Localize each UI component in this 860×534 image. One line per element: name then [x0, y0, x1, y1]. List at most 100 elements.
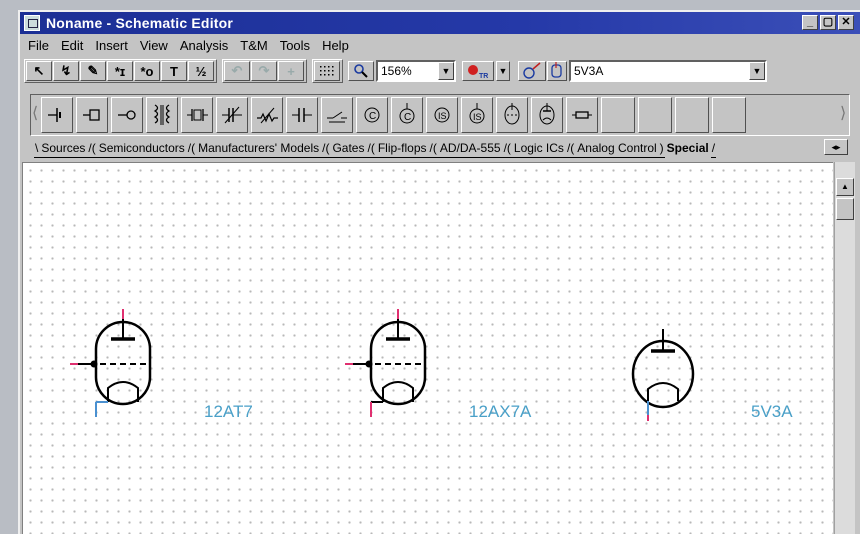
- chevron-down-icon[interactable]: ▼: [749, 62, 765, 80]
- empty-part-slot[interactable]: [601, 97, 635, 133]
- close-button[interactable]: ✕: [838, 15, 854, 30]
- ic-s-plus-symbol: IS: [469, 103, 485, 124]
- input-label-icon[interactable]: *ɪ: [107, 61, 133, 81]
- transformer-symbol: [153, 104, 171, 125]
- menu-bar: File Edit Insert View Analysis T&M Tools…: [20, 35, 860, 55]
- tab-semiconductors[interactable]: Semiconductors: [96, 139, 187, 158]
- svg-text:TR: TR: [479, 73, 488, 80]
- scroll-left-icon[interactable]: ⟨: [32, 97, 40, 133]
- tab-flip-flops[interactable]: Flip-flops: [375, 139, 429, 158]
- battery-icon[interactable]: [41, 97, 73, 133]
- tube-dashed-icon[interactable]: [496, 97, 528, 133]
- undo-icon[interactable]: ↶: [224, 61, 250, 81]
- text-icon[interactable]: T: [161, 61, 187, 81]
- transformer-icon[interactable]: [146, 97, 178, 133]
- tube-12at7-symbol[interactable]: [68, 307, 178, 427]
- grid-icon[interactable]: [314, 61, 340, 81]
- title-bar[interactable]: Noname - Schematic Editor _ ▢ ✕: [20, 12, 860, 34]
- cross-icon[interactable]: +: [278, 61, 304, 81]
- scroll-up-icon[interactable]: ▲: [836, 178, 854, 196]
- tube-5v3a-symbol[interactable]: [618, 319, 708, 429]
- app-icon[interactable]: [24, 15, 40, 31]
- ic-s-icon[interactable]: IS: [426, 97, 458, 133]
- tab-separator: /(: [565, 139, 576, 158]
- tab-manufacturers-models[interactable]: Manufacturers' Models: [196, 139, 322, 158]
- probe-icon[interactable]: [111, 97, 143, 133]
- ic-c-plus-icon[interactable]: C: [391, 97, 423, 133]
- redo-icon[interactable]: ↷: [251, 61, 277, 81]
- component-value: 5V3A: [574, 64, 604, 78]
- schematic-editor-window: Noname - Schematic Editor _ ▢ ✕ File Edi…: [18, 10, 860, 534]
- tube-label-5v3a[interactable]: 5V3A: [751, 402, 793, 422]
- capacitor-icon[interactable]: [286, 97, 318, 133]
- tab-separator: /(: [321, 139, 331, 158]
- menu-insert[interactable]: Insert: [95, 38, 128, 53]
- tr-probe-icon: TR: [468, 65, 488, 80]
- fuse-icon[interactable]: [566, 97, 598, 133]
- menu-file[interactable]: File: [28, 38, 49, 53]
- tube-dashed-symbol: [504, 103, 520, 125]
- empty-part-slot[interactable]: [712, 97, 746, 133]
- tab-ad-da-555[interactable]: AD/DA-555: [437, 139, 503, 158]
- tube-icon[interactable]: [531, 97, 563, 133]
- zoom-select[interactable]: 156% ▼: [376, 60, 456, 82]
- menu-help[interactable]: Help: [322, 38, 349, 53]
- tab-separator: /(: [186, 139, 197, 158]
- potentiometer-icon[interactable]: [251, 97, 283, 133]
- svg-text:IS: IS: [438, 111, 447, 121]
- tab-scroll-icon[interactable]: ◂▸: [824, 139, 848, 155]
- lamp-icon[interactable]: [76, 97, 108, 133]
- menu-tm[interactable]: T&M: [240, 38, 267, 53]
- component-property-icon[interactable]: [518, 61, 546, 81]
- potentiometer-symbol: [257, 107, 278, 124]
- tab-analog-control[interactable]: Analog Control: [575, 139, 659, 158]
- zoom-value: 156%: [381, 64, 412, 78]
- tab-special[interactable]: Special: [665, 139, 711, 157]
- pen-icon[interactable]: ✎: [80, 61, 106, 81]
- analyze-icon[interactable]: TR: [462, 61, 494, 81]
- output-label-icon[interactable]: *o: [134, 61, 160, 81]
- empty-part-slot[interactable]: [638, 97, 672, 133]
- chevron-down-icon[interactable]: ▼: [438, 62, 454, 80]
- scroll-thumb[interactable]: [836, 198, 854, 220]
- tab-separator: /(: [428, 139, 438, 158]
- tube-symbol: [539, 103, 555, 125]
- tube-library-icon[interactable]: [547, 61, 567, 81]
- menu-view[interactable]: View: [140, 38, 168, 53]
- pointer-icon[interactable]: ↖: [26, 61, 52, 81]
- tube-label-12ax7a[interactable]: 12AX7A: [469, 402, 531, 422]
- svg-text:C: C: [369, 111, 376, 122]
- menu-analysis[interactable]: Analysis: [180, 38, 228, 53]
- maximize-button[interactable]: ▢: [820, 15, 836, 30]
- variable-capacitor-icon[interactable]: [216, 97, 248, 133]
- crystal-icon[interactable]: [181, 97, 213, 133]
- vertical-scrollbar[interactable]: ▲: [834, 162, 855, 534]
- ic-c-icon[interactable]: C: [356, 97, 388, 133]
- tab-gates[interactable]: Gates: [330, 139, 367, 158]
- tube-label-12at7[interactable]: 12AT7: [204, 402, 253, 422]
- empty-part-slot[interactable]: [675, 97, 709, 133]
- menu-tools[interactable]: Tools: [280, 38, 310, 53]
- main-toolbar: ↖ ↯ ✎ *ɪ *o T ½ ↶ ↷ + 156% ▼ TR ▼ 5V3A ▼: [24, 56, 860, 86]
- zoom-icon[interactable]: [348, 61, 374, 81]
- ic-s-plus-icon[interactable]: IS: [461, 97, 493, 133]
- schematic-canvas[interactable]: 12AT7 12AX7A 5V3A: [22, 162, 833, 534]
- scroll-right-icon[interactable]: ⟩: [840, 97, 848, 133]
- fraction-icon[interactable]: ½: [188, 61, 214, 81]
- grid-group: [312, 59, 343, 83]
- tab-separator: /: [710, 139, 717, 158]
- grid-dots-icon: [320, 66, 334, 76]
- analyze-menu-icon[interactable]: ▼: [496, 61, 510, 81]
- switch-icon[interactable]: [321, 97, 353, 133]
- ic-c-plus-symbol: C: [399, 103, 415, 124]
- rotate-tools-group: ↶ ↷ +: [222, 59, 307, 83]
- minimize-button[interactable]: _: [802, 15, 818, 30]
- tube-12ax7a-symbol[interactable]: [343, 307, 453, 427]
- component-select[interactable]: 5V3A ▼: [569, 60, 767, 82]
- menu-edit[interactable]: Edit: [61, 38, 83, 53]
- tab-sources[interactable]: Sources: [39, 139, 88, 158]
- tab-logic-ics[interactable]: Logic ICs: [511, 139, 566, 158]
- wire-icon[interactable]: ↯: [53, 61, 79, 81]
- edit-tools-group: ↖ ↯ ✎ *ɪ *o T ½: [24, 59, 217, 83]
- component-wand-icon: [523, 62, 541, 79]
